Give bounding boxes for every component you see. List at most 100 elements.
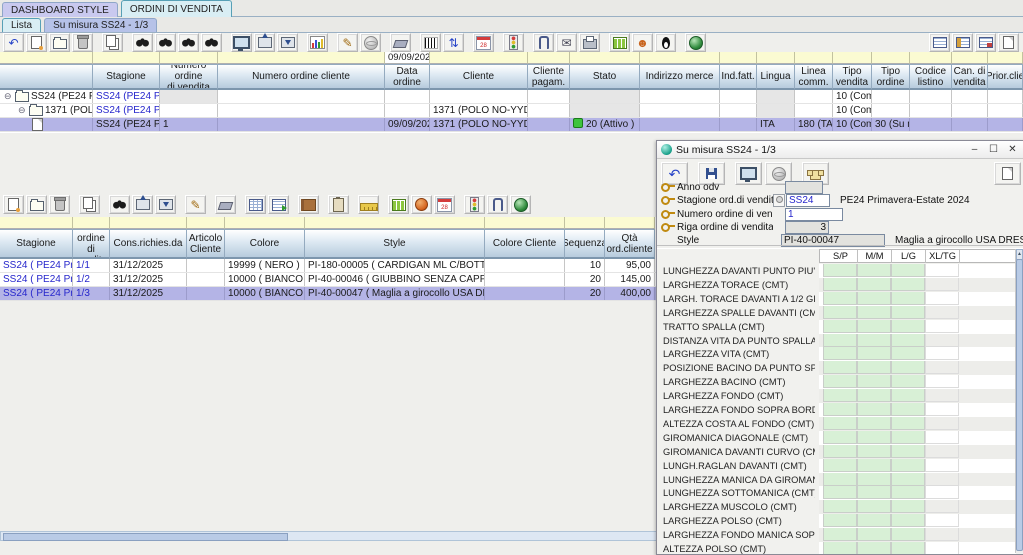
- measure-cell-lg[interactable]: [891, 264, 925, 277]
- measure-cell-mm[interactable]: [857, 361, 891, 374]
- open-folder-icon[interactable]: [49, 33, 70, 52]
- field-input-stagione-ord-di-vendita[interactable]: SS24: [786, 194, 830, 207]
- measure-cell-sp[interactable]: [823, 542, 857, 554]
- measure-cell-mm[interactable]: [857, 264, 891, 277]
- measure-cell-sp[interactable]: [823, 306, 857, 319]
- tab-dashboard-style[interactable]: DASHBOARD STYLE: [2, 2, 118, 17]
- column-header-stagione[interactable]: Stagione: [93, 64, 160, 90]
- measure-cell-sp[interactable]: [823, 347, 857, 360]
- column-header-linea[interactable]: Linea comm.: [795, 64, 833, 90]
- tree-toggle-icon[interactable]: ⊖: [18, 104, 27, 117]
- traffic-light-icon[interactable]: [464, 195, 485, 214]
- measure-cell-lg[interactable]: [891, 375, 925, 388]
- copy-icon[interactable]: [102, 33, 123, 52]
- filter-cell-clipag[interactable]: [528, 52, 570, 64]
- measure-cell-lg[interactable]: [891, 542, 925, 554]
- measure-cell-sp[interactable]: [823, 361, 857, 374]
- measure-cell-sp[interactable]: [823, 264, 857, 277]
- measure-cell-lg[interactable]: [891, 347, 925, 360]
- measure-cell-lg[interactable]: [891, 445, 925, 458]
- book-icon[interactable]: [298, 195, 319, 214]
- filter-cell-stagione[interactable]: [0, 217, 73, 229]
- measure-cell-sp[interactable]: [823, 320, 857, 333]
- column-header-tipovend[interactable]: Tipo vendita: [833, 64, 872, 90]
- ruler-icon[interactable]: [358, 195, 379, 214]
- filter-cell-tipoord[interactable]: [872, 52, 910, 64]
- column-header-tree[interactable]: [0, 64, 93, 90]
- filter-cell-colorecli[interactable]: [485, 217, 565, 229]
- close-button[interactable]: ✕: [1005, 143, 1020, 156]
- measure-cell-lg[interactable]: [891, 361, 925, 374]
- measure-cell-mm[interactable]: [857, 445, 891, 458]
- measure-cell-lg[interactable]: [891, 306, 925, 319]
- order-tree-row[interactable]: ⊖SS24 (PE24 Primavera-SS24 (PE24 Prima..…: [0, 90, 1023, 104]
- field-input-riga-ordine-di-vendita[interactable]: 3: [785, 221, 829, 234]
- new-document-icon[interactable]: [3, 195, 24, 214]
- import-icon[interactable]: [254, 33, 275, 52]
- filter-cell-numero[interactable]: [73, 217, 110, 229]
- column-header-numcli[interactable]: Numero ordine cliente: [218, 64, 385, 90]
- filter-cell-cons[interactable]: [110, 217, 187, 229]
- measure-cell-mm[interactable]: [857, 514, 891, 527]
- measure-cell-lg[interactable]: [891, 389, 925, 402]
- lookup-bulb-icon[interactable]: [773, 194, 785, 207]
- measure-cell-mm[interactable]: [857, 278, 891, 291]
- filter-cell-numero[interactable]: [160, 52, 218, 64]
- scrollbar-thumb[interactable]: [3, 533, 288, 541]
- measure-cell-mm[interactable]: [857, 375, 891, 388]
- filter-cell-stato[interactable]: [570, 52, 640, 64]
- filter-cell-articolo[interactable]: [187, 217, 225, 229]
- attachment-icon[interactable]: [487, 195, 508, 214]
- order-line-row[interactable]: SS24 ( PE24 Primaver...1/231/12/20251000…: [0, 273, 656, 287]
- measure-cell-sp[interactable]: [823, 417, 857, 430]
- filter-cell-seq[interactable]: [565, 217, 605, 229]
- filter-cell-codlist[interactable]: [910, 52, 952, 64]
- clipboard-icon[interactable]: [328, 195, 349, 214]
- minimize-button[interactable]: –: [967, 143, 982, 156]
- order-line-row[interactable]: SS24 ( PE24 Primaver...1/131/12/20251999…: [0, 259, 656, 273]
- edit-notes-icon[interactable]: ✎: [185, 195, 206, 214]
- tab-lista[interactable]: Lista: [2, 18, 41, 32]
- barcode-icon[interactable]: [420, 33, 441, 52]
- measure-cell-lg[interactable]: [891, 459, 925, 472]
- measure-cell-lg[interactable]: [891, 403, 925, 416]
- order-tree-row[interactable]: ⊖1371 (POLO NO-YYSS24 (PE24 Prima...1371…: [0, 104, 1023, 118]
- measure-cell-mm[interactable]: [857, 389, 891, 402]
- measure-cell-sp[interactable]: [823, 389, 857, 402]
- measure-cell-sp[interactable]: [823, 486, 857, 499]
- export-icon[interactable]: [277, 33, 298, 52]
- filter-cell-indmerce[interactable]: [640, 52, 720, 64]
- view-grid-icon[interactable]: [929, 33, 950, 52]
- export-icon[interactable]: [155, 195, 176, 214]
- measure-cell-sp[interactable]: [823, 445, 857, 458]
- find-all-icon[interactable]: [201, 33, 222, 52]
- filter-cell-colore[interactable]: [225, 217, 305, 229]
- column-header-indfatt[interactable]: Ind.fatt.: [720, 64, 757, 90]
- measure-cell-mm[interactable]: [857, 292, 891, 305]
- filter-cell-qta[interactable]: [605, 217, 655, 229]
- delete-icon[interactable]: [72, 33, 93, 52]
- view-doc-icon[interactable]: [998, 33, 1019, 52]
- find-icon[interactable]: [132, 33, 153, 52]
- column-header-colore[interactable]: Colore: [225, 229, 305, 259]
- import-icon[interactable]: [132, 195, 153, 214]
- filter-cell-data[interactable]: 09/09/2025: [385, 52, 430, 64]
- order-tree-row[interactable]: SS24 (PE24 Prima...109/09/20251371 (POLO…: [0, 118, 1023, 132]
- measure-cell-lg[interactable]: [891, 334, 925, 347]
- measure-cell-lg[interactable]: [891, 486, 925, 499]
- horizontal-scrollbar[interactable]: [0, 531, 657, 541]
- column-header-seq[interactable]: Sequenza: [565, 229, 605, 259]
- view-split-icon[interactable]: [975, 33, 996, 52]
- column-header-stato[interactable]: Stato: [570, 64, 640, 90]
- filter-cell-prior[interactable]: [988, 52, 1023, 64]
- measure-cell-sp[interactable]: [823, 292, 857, 305]
- exit-document-icon[interactable]: [994, 162, 1021, 185]
- measure-cell-sp[interactable]: [823, 375, 857, 388]
- measure-cell-sp[interactable]: [823, 528, 857, 541]
- column-header-codlist[interactable]: Codice listino: [910, 64, 952, 90]
- edit-notes-icon[interactable]: ✎: [337, 33, 358, 52]
- measure-cell-lg[interactable]: [891, 417, 925, 430]
- traffic-light-icon[interactable]: [503, 33, 524, 52]
- web-icon[interactable]: [360, 33, 381, 52]
- ball-icon[interactable]: [411, 195, 432, 214]
